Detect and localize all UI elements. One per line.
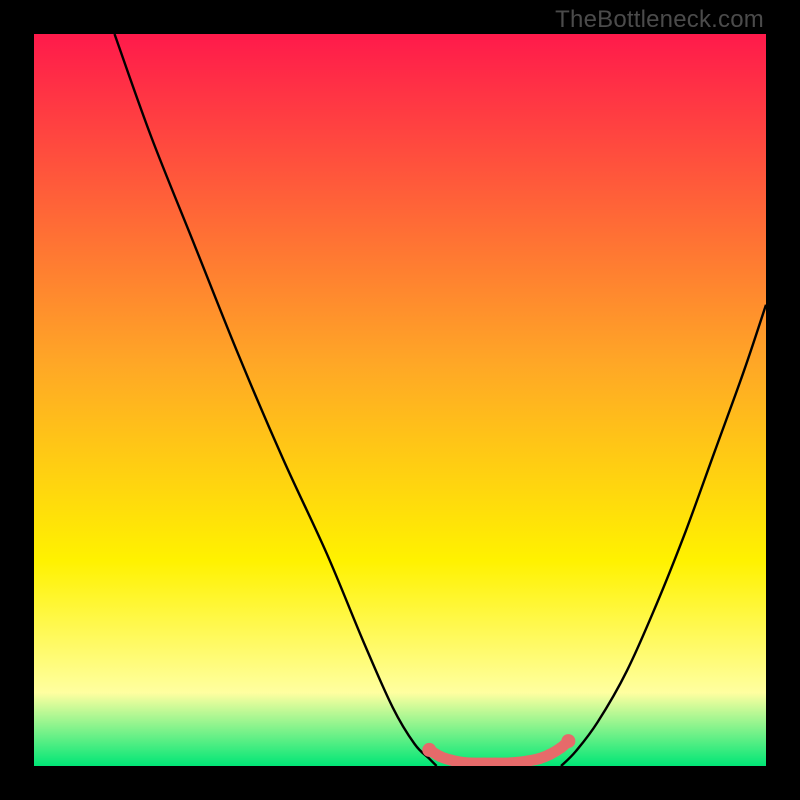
watermark-text: TheBottleneck.com (555, 6, 764, 34)
marker-dot (545, 749, 556, 760)
chart-svg (34, 34, 766, 766)
marker-dot (561, 734, 575, 748)
marker-dot (446, 755, 457, 766)
marker-dot (422, 743, 436, 757)
chart-frame: TheBottleneck.com (0, 0, 800, 800)
marker-dot (534, 753, 545, 764)
plot-area (34, 34, 766, 766)
marker-dot (523, 755, 534, 766)
gradient-background (34, 34, 766, 766)
marker-dot (435, 751, 446, 762)
